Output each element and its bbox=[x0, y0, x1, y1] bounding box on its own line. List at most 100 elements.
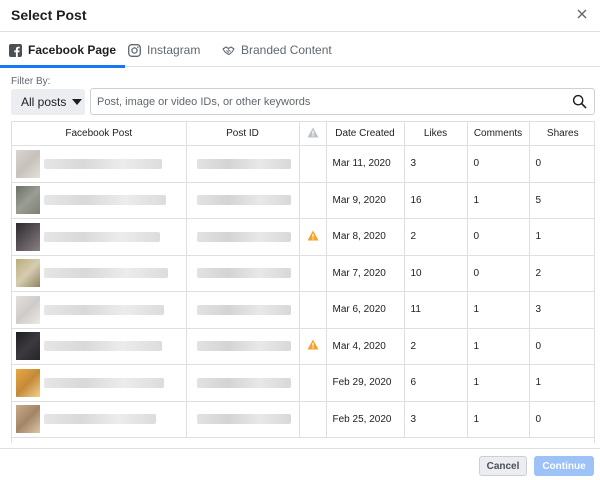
post-id-value bbox=[196, 231, 291, 242]
dialog-title: Select Post bbox=[11, 7, 87, 23]
table-row[interactable]: Mar 9, 2020 16 1 5 bbox=[12, 182, 594, 219]
post-preview-cell[interactable] bbox=[12, 401, 187, 438]
filter-label: Filter By: bbox=[11, 76, 51, 87]
post-id-cell bbox=[186, 401, 300, 438]
likes-cell: 3 bbox=[404, 401, 468, 438]
column-header-post-id[interactable]: Post ID bbox=[186, 121, 300, 146]
date-created-cell: Feb 29, 2020 bbox=[326, 364, 405, 402]
table-row[interactable]: Mar 4, 2020 2 1 0 bbox=[12, 328, 594, 365]
post-text-preview bbox=[44, 377, 164, 388]
warning-cell bbox=[299, 328, 327, 365]
comments-cell: 1 bbox=[467, 401, 530, 438]
tab-instagram[interactable]: Instagram bbox=[128, 33, 200, 67]
shares-cell: 1 bbox=[529, 364, 594, 402]
post-id-cell bbox=[186, 218, 300, 256]
table-row[interactable]: Mar 8, 2020 2 0 1 bbox=[12, 218, 594, 256]
continue-button: Continue bbox=[534, 456, 594, 476]
post-thumbnail bbox=[16, 295, 40, 324]
handshake-icon bbox=[222, 45, 235, 55]
column-header-likes[interactable]: Likes bbox=[404, 121, 468, 146]
table-row[interactable]: Mar 11, 2020 3 0 0 bbox=[12, 145, 594, 183]
chevron-down-icon bbox=[72, 99, 83, 105]
warning-cell bbox=[299, 218, 327, 256]
column-header-comments[interactable]: Comments bbox=[467, 121, 530, 146]
comments-cell: 0 bbox=[467, 218, 530, 256]
cancel-button[interactable]: Cancel bbox=[479, 456, 527, 476]
post-preview-cell[interactable] bbox=[12, 255, 187, 292]
post-id-value bbox=[196, 268, 291, 279]
post-preview-cell[interactable] bbox=[12, 364, 187, 402]
post-text-preview bbox=[44, 304, 164, 315]
dialog-header: Select Post bbox=[0, 0, 600, 32]
comments-cell: 1 bbox=[467, 328, 530, 365]
column-header-shares[interactable]: Shares bbox=[529, 121, 594, 146]
tab-facebook-page[interactable]: Facebook Page bbox=[0, 33, 126, 68]
shares-cell: 1 bbox=[529, 218, 594, 256]
post-thumbnail bbox=[16, 259, 40, 288]
post-thumbnail bbox=[16, 332, 40, 361]
post-preview-cell[interactable] bbox=[12, 182, 187, 219]
dialog-footer: Cancel Continue bbox=[0, 448, 600, 480]
likes-cell: 2 bbox=[404, 218, 468, 256]
close-icon[interactable] bbox=[574, 6, 590, 22]
post-text-preview bbox=[44, 341, 162, 352]
post-type-dropdown[interactable]: All posts bbox=[11, 89, 85, 115]
likes-cell: 16 bbox=[404, 182, 468, 219]
tab-label: Instagram bbox=[147, 43, 201, 57]
post-preview-cell[interactable] bbox=[12, 291, 187, 329]
warning-cell bbox=[299, 401, 327, 438]
search-box[interactable] bbox=[90, 88, 595, 115]
post-id-value bbox=[196, 304, 291, 315]
warning-cell bbox=[299, 291, 327, 329]
warning-icon bbox=[307, 230, 318, 241]
post-thumbnail bbox=[16, 405, 40, 434]
post-id-value bbox=[196, 341, 291, 352]
posts-table-container[interactable]: Facebook Post Post ID Date Created Likes… bbox=[11, 121, 595, 443]
column-header-warning[interactable] bbox=[299, 121, 327, 146]
post-thumbnail bbox=[16, 149, 40, 178]
table-row[interactable]: Mar 7, 2020 10 0 2 bbox=[12, 255, 594, 292]
instagram-icon bbox=[128, 43, 141, 57]
likes-cell: 3 bbox=[404, 145, 468, 183]
search-input[interactable] bbox=[97, 93, 567, 111]
post-id-value bbox=[196, 195, 291, 206]
post-preview-cell[interactable] bbox=[12, 328, 187, 365]
column-header-facebook-post[interactable]: Facebook Post bbox=[12, 121, 187, 146]
dropdown-value: All posts bbox=[21, 95, 67, 109]
tab-label: Facebook Page bbox=[28, 43, 117, 57]
facebook-icon bbox=[9, 43, 22, 57]
post-thumbnail bbox=[16, 186, 40, 215]
date-created-cell: Mar 8, 2020 bbox=[326, 218, 405, 256]
comments-cell: 0 bbox=[467, 255, 530, 292]
post-preview-cell[interactable] bbox=[12, 145, 187, 183]
post-thumbnail bbox=[16, 222, 40, 251]
likes-cell: 10 bbox=[404, 255, 468, 292]
likes-cell: 6 bbox=[404, 364, 468, 402]
post-id-cell bbox=[186, 255, 300, 292]
shares-cell: 0 bbox=[529, 328, 594, 365]
posts-table: Facebook Post Post ID Date Created Likes… bbox=[12, 121, 594, 438]
post-id-value bbox=[196, 414, 291, 425]
shares-cell: 2 bbox=[529, 255, 594, 292]
table-row[interactable]: Mar 6, 2020 11 1 3 bbox=[12, 291, 594, 329]
post-id-value bbox=[196, 158, 291, 169]
shares-cell: 0 bbox=[529, 401, 594, 438]
likes-cell: 11 bbox=[404, 291, 468, 329]
date-created-cell: Mar 4, 2020 bbox=[326, 328, 405, 365]
post-text-preview bbox=[44, 231, 160, 242]
warning-cell bbox=[299, 255, 327, 292]
post-preview-cell[interactable] bbox=[12, 218, 187, 256]
tab-label: Branded Content bbox=[241, 43, 332, 57]
comments-cell: 1 bbox=[467, 364, 530, 402]
post-id-cell bbox=[186, 291, 300, 329]
table-row[interactable]: Feb 25, 2020 3 1 0 bbox=[12, 401, 594, 438]
comments-cell: 0 bbox=[467, 145, 530, 183]
tab-branded-content[interactable]: Branded Content bbox=[222, 33, 332, 67]
search-icon[interactable] bbox=[572, 94, 587, 109]
date-created-cell: Mar 11, 2020 bbox=[326, 145, 405, 183]
post-thumbnail bbox=[16, 368, 40, 397]
post-text-preview bbox=[44, 414, 156, 425]
column-header-date-created[interactable]: Date Created bbox=[326, 121, 405, 146]
shares-cell: 0 bbox=[529, 145, 594, 183]
table-row[interactable]: Feb 29, 2020 6 1 1 bbox=[12, 364, 594, 402]
